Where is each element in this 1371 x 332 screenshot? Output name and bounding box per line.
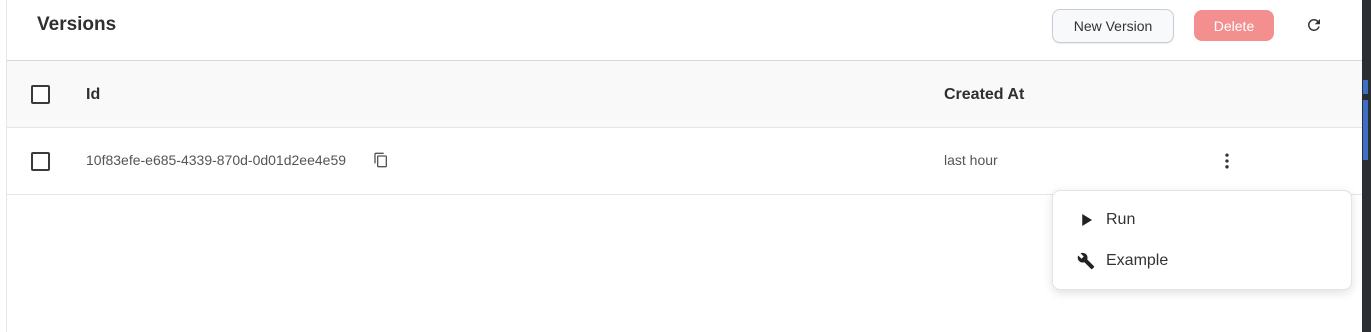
page-title: Versions — [37, 14, 117, 35]
new-version-button[interactable]: New Version — [1052, 9, 1174, 43]
refresh-button[interactable] — [1304, 15, 1324, 35]
row-actions-menu: Run Example — [1052, 190, 1352, 290]
menu-item-run[interactable]: Run — [1053, 201, 1351, 239]
edge-marker — [1363, 80, 1368, 94]
table-row[interactable]: 10f83efe-e685-4339-870d-0d01d2ee4e59 las… — [7, 128, 1362, 195]
more-options-icon[interactable] — [1217, 151, 1237, 171]
delete-button[interactable]: Delete — [1194, 10, 1274, 41]
refresh-icon — [1307, 18, 1320, 31]
copy-icon[interactable] — [373, 151, 389, 169]
wrench-icon — [1077, 252, 1095, 270]
menu-item-label: Example — [1106, 252, 1169, 269]
column-header-id: Id — [86, 86, 101, 103]
versions-panel: Versions New Version Delete Id Created A… — [6, 0, 1363, 332]
table-header: Id Created At — [7, 61, 1362, 128]
version-id: 10f83efe-e685-4339-870d-0d01d2ee4e59 — [86, 152, 347, 168]
side-panel-edge — [1362, 0, 1371, 332]
select-all-checkbox[interactable] — [31, 85, 50, 104]
edge-marker — [1363, 100, 1368, 160]
menu-item-example[interactable]: Example — [1053, 242, 1351, 280]
created-at: last hour — [944, 152, 998, 168]
panel-header: Versions New Version Delete — [7, 0, 1362, 61]
play-icon — [1082, 214, 1092, 226]
column-header-created-at: Created At — [944, 86, 1025, 103]
menu-item-label: Run — [1106, 211, 1136, 228]
row-checkbox[interactable] — [31, 152, 50, 171]
